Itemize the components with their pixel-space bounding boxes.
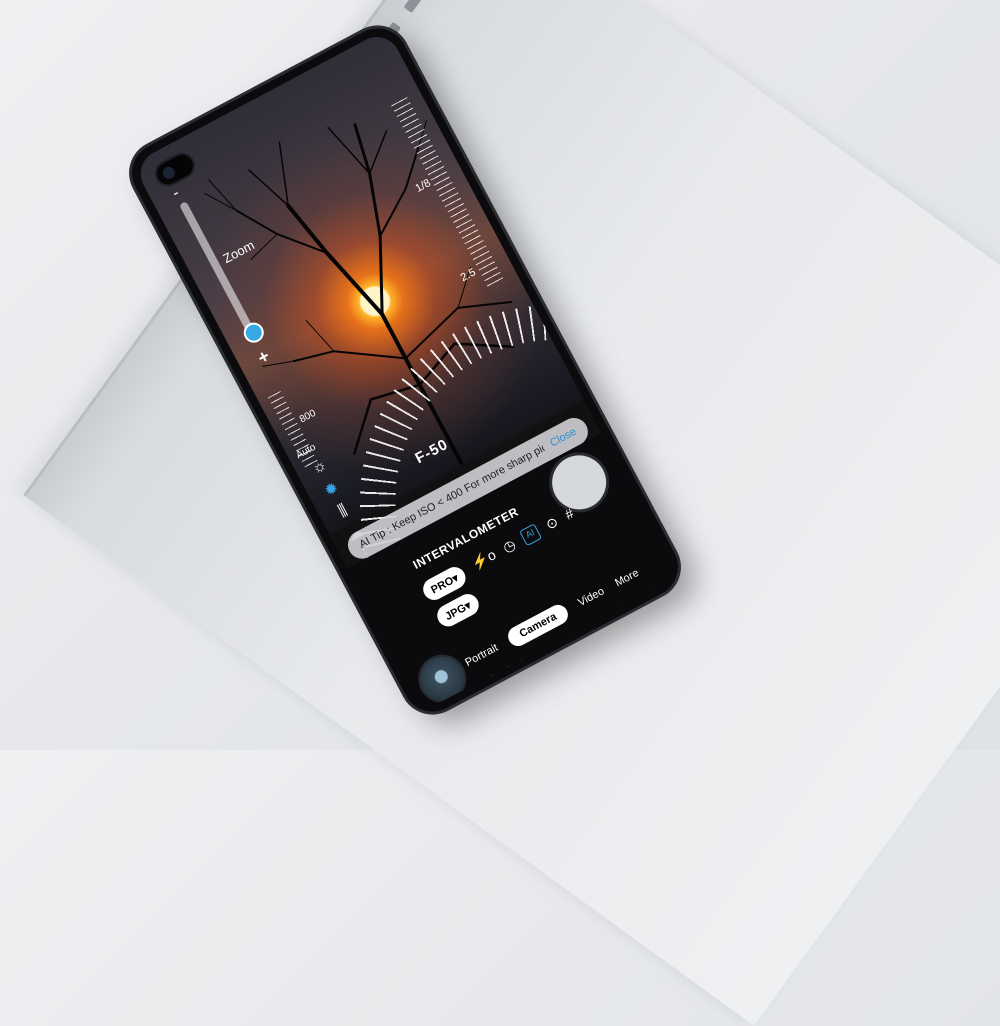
- mode-icon-row: ⚡o ◷ AI ⊙ #: [469, 505, 577, 573]
- ai-toggle[interactable]: AI: [519, 523, 543, 547]
- focus-icon[interactable]: ⊙: [543, 513, 561, 534]
- tab-portrait[interactable]: Portrait: [463, 642, 500, 669]
- ai-tip-close-button[interactable]: Close: [548, 426, 578, 450]
- tab-more[interactable]: More: [613, 567, 641, 589]
- timer-icon[interactable]: ◷: [500, 536, 519, 557]
- flash-icon[interactable]: ⚡o: [469, 546, 499, 573]
- laptop-port: [403, 0, 425, 14]
- tab-camera[interactable]: Camera: [505, 601, 572, 650]
- tab-video[interactable]: Video: [576, 585, 606, 609]
